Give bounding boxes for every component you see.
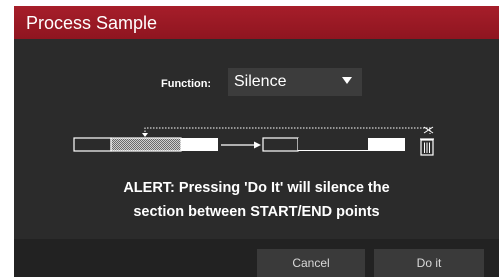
result-waveform <box>262 137 405 152</box>
source-waveform <box>73 137 218 152</box>
function-label: Function: <box>161 78 212 90</box>
dialog-footer: Cancel Do it <box>14 239 499 277</box>
function-value: Silence <box>234 73 287 90</box>
insert-marker <box>142 133 148 137</box>
alert-line-1: ALERT: Pressing 'Do It' will silence the <box>123 180 390 196</box>
silence-diagram <box>73 126 434 156</box>
move-path <box>144 127 431 135</box>
alert-message: ALERT: Pressing 'Do It' will silence the… <box>14 176 499 224</box>
scissors-icon <box>423 126 434 134</box>
alert-line-2: section between START/END points <box>133 204 380 220</box>
title-bar: Process Sample <box>14 6 499 39</box>
arrow-right-icon <box>221 141 261 149</box>
cancel-button[interactable]: Cancel <box>257 249 365 277</box>
do-it-button[interactable]: Do it <box>374 249 484 277</box>
trash-icon <box>420 138 434 156</box>
caret-down-icon <box>342 77 352 84</box>
dialog-title: Process Sample <box>26 13 158 33</box>
function-dropdown[interactable]: Silence <box>228 68 362 96</box>
process-sample-dialog: Process Sample Function: Silence ALERT: … <box>14 6 499 277</box>
